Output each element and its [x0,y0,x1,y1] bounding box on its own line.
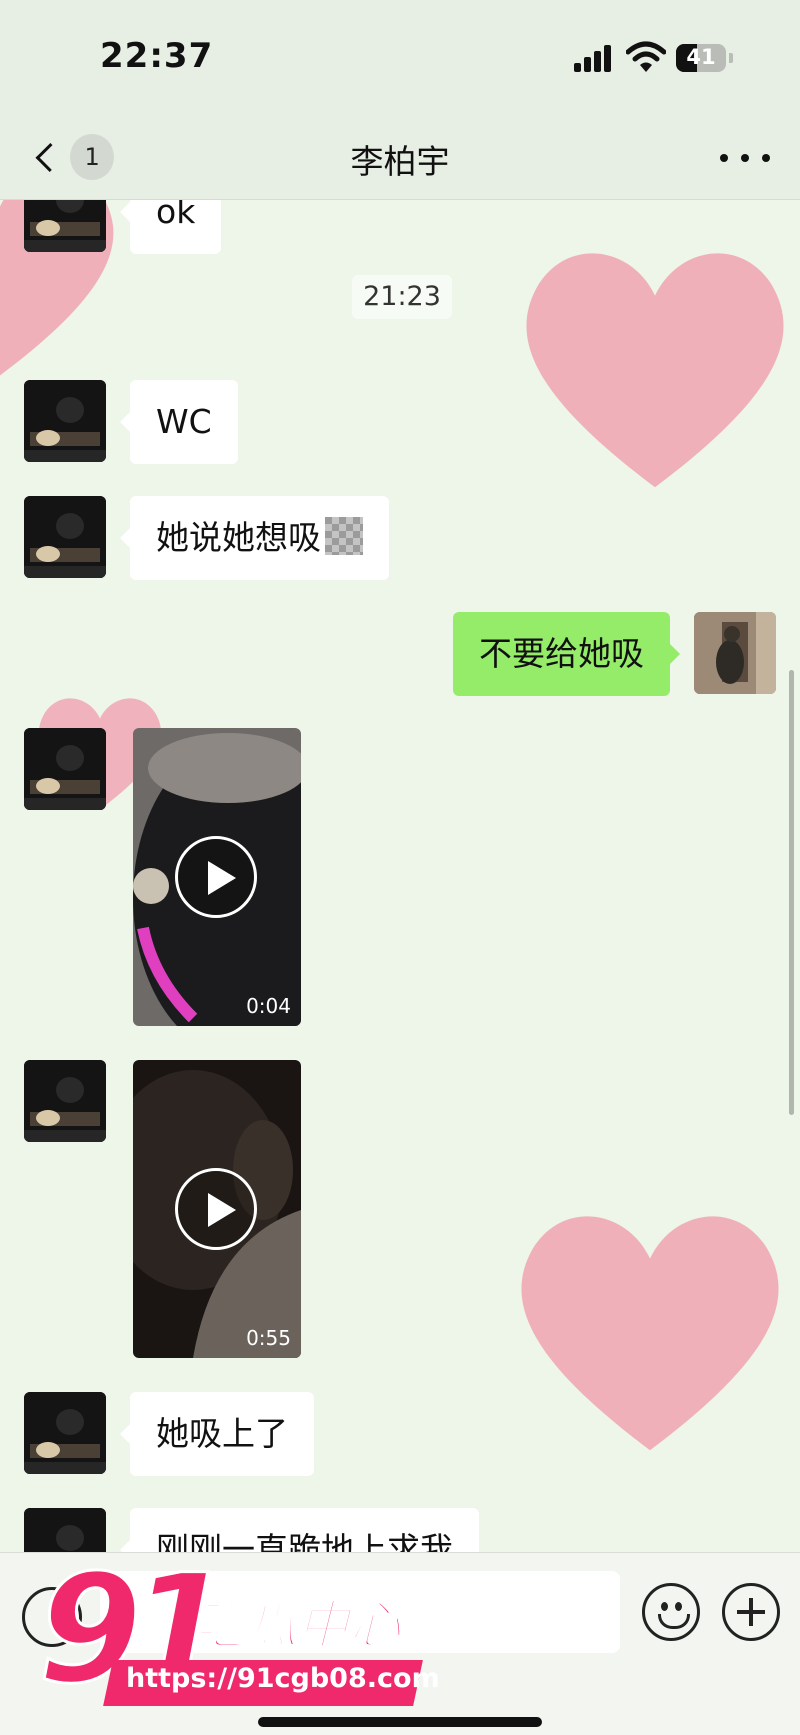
contact-avatar[interactable] [24,1060,106,1142]
message-bubble[interactable]: 她说她想吸 [120,496,389,580]
chat-header: 1 李柏宇 [0,115,800,200]
contact-avatar[interactable] [24,380,106,462]
message-text: ok [156,200,196,231]
signal-icon [574,44,614,72]
more-icon[interactable] [720,143,770,173]
redacted-mosaic [325,517,363,555]
message-text: 她吸上了 [156,1414,288,1453]
video-message[interactable]: 0:55 [133,1060,301,1358]
play-icon[interactable] [175,836,257,918]
status-time: 22:37 [100,36,214,76]
add-icon[interactable] [722,1583,780,1641]
contact-avatar[interactable] [24,728,106,810]
watermark-url: https://91cgb08.com [126,1663,440,1694]
video-duration: 0:04 [246,994,291,1018]
message-bubble[interactable]: 她吸上了 [120,1392,314,1476]
message-bubble[interactable]: ok [119,200,222,254]
message-text: WC [156,402,212,441]
my-avatar[interactable] [694,612,776,694]
battery-cap [729,53,733,63]
heart-decoration [526,253,784,488]
video-message[interactable]: 0:04 [133,728,301,1026]
message-bubble-outgoing[interactable]: 不要给她吸 [453,612,680,696]
chat-title: 李柏宇 [350,142,450,181]
message-timestamp: 21:23 [352,275,452,319]
contact-avatar[interactable] [24,1392,106,1474]
message-text: 不要给她吸 [479,634,644,673]
wifi-icon [626,41,666,72]
heart-decoration [521,1216,779,1451]
watermark-logo: 91 吃瓜中心 https://91cgb08.com [28,1554,440,1730]
contact-avatar[interactable] [24,496,106,578]
contact-avatar[interactable] [24,200,106,252]
message-bubble[interactable]: WC [120,380,238,464]
chat-messages[interactable]: ok 21:23 WC 她说她想吸 不要给她吸 0:04 0:55 她吸上了 刚… [0,200,800,1552]
status-bar: 22:37 41 [0,0,800,115]
emoji-icon[interactable] [642,1583,700,1641]
video-duration: 0:55 [246,1326,291,1350]
play-icon[interactable] [175,1168,257,1250]
battery-icon: 41 [676,44,726,72]
battery-level: 41 [686,45,716,69]
watermark-brand: 吃瓜中心 [192,1595,402,1657]
scrollbar[interactable] [789,670,794,1115]
message-text: 她说她想吸 [156,518,321,557]
